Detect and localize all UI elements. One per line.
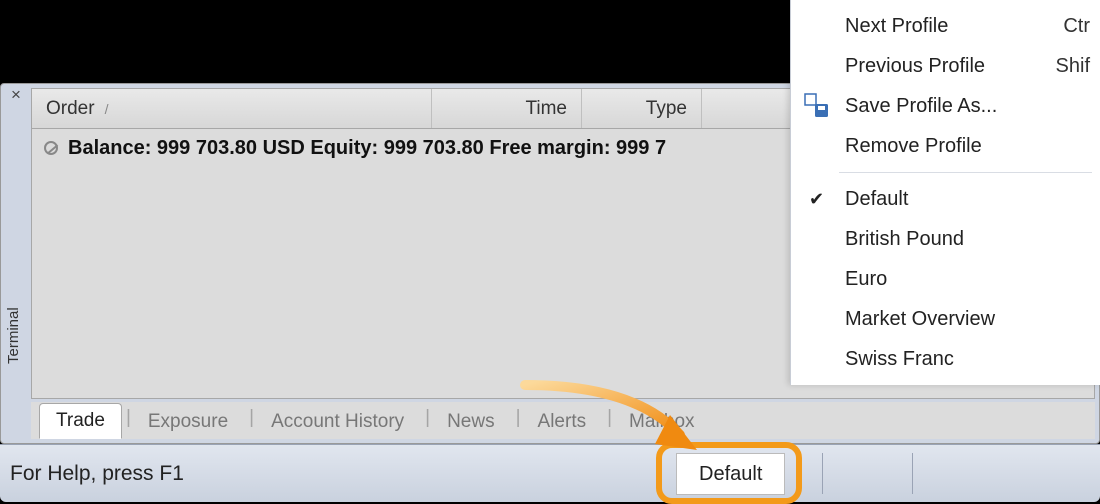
- save-icon: [803, 92, 831, 120]
- no-entry-icon: [44, 141, 58, 155]
- menu-profile-swiss-franc[interactable]: Swiss Franc: [791, 339, 1100, 379]
- col-time[interactable]: Time: [432, 89, 582, 128]
- close-icon[interactable]: ×: [7, 86, 25, 104]
- col-order-label: Order: [46, 98, 95, 120]
- col-type[interactable]: Type: [582, 89, 702, 128]
- menu-save-profile-as[interactable]: Save Profile As...: [791, 86, 1100, 126]
- terminal-tabs: Trade|Exposure|Account History|News|Aler…: [31, 402, 1095, 439]
- sort-indicator-icon: /: [105, 101, 109, 117]
- menu-item-label: Euro: [845, 268, 887, 291]
- menu-item-label: Remove Profile: [845, 135, 982, 158]
- menu-item-shortcut: Shif: [1056, 55, 1090, 78]
- menu-item-label: British Pound: [845, 228, 964, 251]
- menu-profile-default[interactable]: ✔ Default: [791, 179, 1100, 219]
- balance-text: Balance: 999 703.80 USD Equity: 999 703.…: [68, 137, 666, 159]
- menu-item-label: Previous Profile: [845, 55, 985, 78]
- profile-context-menu: Next Profile Ctr Previous Profile Shif Save …: [790, 0, 1100, 385]
- menu-profile-euro[interactable]: Euro: [791, 259, 1100, 299]
- profile-selector[interactable]: Default: [676, 453, 785, 495]
- status-separator: [822, 453, 823, 494]
- menu-item-label: Default: [845, 188, 908, 211]
- menu-item-shortcut: Ctr: [1063, 15, 1090, 38]
- menu-item-label: Next Profile: [845, 15, 948, 38]
- tab-alerts[interactable]: Alerts: [521, 404, 604, 439]
- menu-previous-profile[interactable]: Previous Profile Shif: [791, 46, 1100, 86]
- menu-remove-profile[interactable]: Remove Profile: [791, 126, 1100, 166]
- menu-item-label: Save Profile As...: [845, 95, 997, 118]
- menu-item-label: Swiss Franc: [845, 348, 954, 371]
- tab-account-history[interactable]: Account History: [254, 404, 421, 439]
- menu-profile-market-overview[interactable]: Market Overview: [791, 299, 1100, 339]
- panel-title: Terminal: [5, 307, 22, 364]
- menu-separator: [839, 172, 1092, 173]
- menu-profile-british-pound[interactable]: British Pound: [791, 219, 1100, 259]
- col-order[interactable]: Order /: [32, 89, 432, 128]
- profile-current-label: Default: [699, 463, 762, 486]
- help-text: For Help, press F1: [0, 462, 1100, 486]
- check-icon: ✔: [809, 189, 824, 210]
- tab-exposure[interactable]: Exposure: [131, 404, 245, 439]
- tab-mailbox[interactable]: Mailbox: [612, 404, 711, 439]
- menu-item-label: Market Overview: [845, 308, 995, 331]
- status-bar: For Help, press F1 Default: [0, 444, 1100, 502]
- tab-news[interactable]: News: [430, 404, 512, 439]
- tab-trade[interactable]: Trade: [39, 403, 122, 439]
- status-separator: [912, 453, 913, 494]
- menu-next-profile[interactable]: Next Profile Ctr: [791, 6, 1100, 46]
